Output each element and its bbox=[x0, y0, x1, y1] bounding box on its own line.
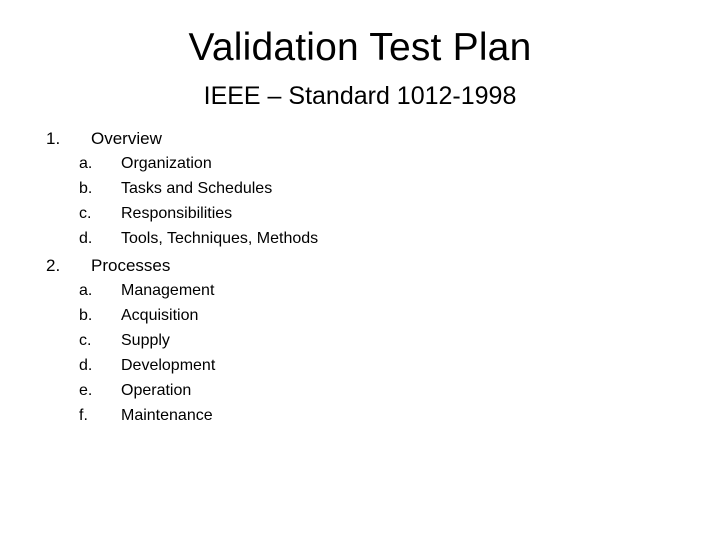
item-label: Maintenance bbox=[121, 407, 213, 424]
item-label: Tasks and Schedules bbox=[121, 180, 273, 197]
section-number: 2. bbox=[46, 256, 61, 275]
item-label: Organization bbox=[121, 155, 212, 172]
item-marker: e. bbox=[79, 382, 93, 399]
item-marker: c. bbox=[79, 205, 92, 222]
item-label: Development bbox=[121, 357, 216, 374]
item-marker: b. bbox=[79, 180, 93, 197]
item-marker: c. bbox=[79, 332, 92, 349]
item-label: Tools, Techniques, Methods bbox=[121, 230, 319, 247]
section-label: Processes bbox=[91, 256, 171, 275]
item-label: Supply bbox=[121, 332, 170, 349]
item-label: Operation bbox=[121, 382, 192, 399]
slide-subtitle: IEEE – Standard 1012-1998 bbox=[203, 82, 517, 110]
item-label: Responsibilities bbox=[121, 205, 233, 222]
item-marker: d. bbox=[79, 230, 93, 247]
section-label: Overview bbox=[91, 129, 162, 148]
section-number: 1. bbox=[46, 129, 61, 148]
item-label: Management bbox=[121, 282, 215, 299]
item-marker: d. bbox=[79, 357, 93, 374]
item-marker: f. bbox=[79, 407, 88, 424]
item-marker: a. bbox=[79, 155, 93, 172]
slide-title: Validation Test Plan bbox=[188, 26, 532, 69]
item-marker: a. bbox=[79, 282, 93, 299]
item-marker: b. bbox=[79, 307, 93, 324]
item-label: Acquisition bbox=[121, 307, 199, 324]
